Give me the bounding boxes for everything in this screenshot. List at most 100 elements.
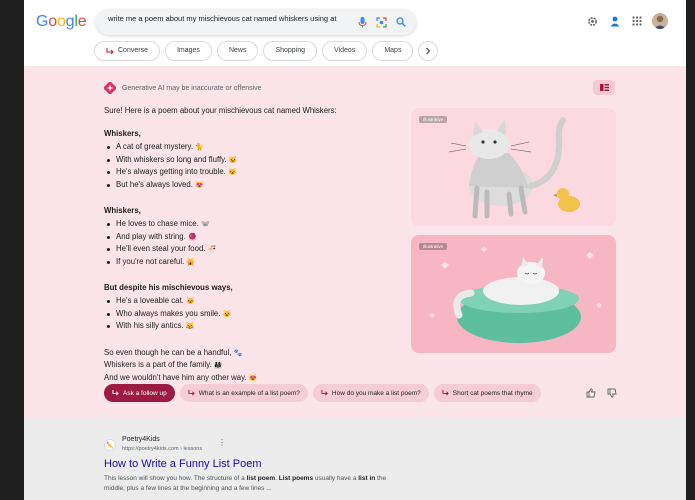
poem-line: And play with string. 🧶 xyxy=(104,232,404,245)
chip-label: How do you make a list poem? xyxy=(331,389,421,397)
poem-line: He'll even steal your food. 🍜 xyxy=(104,244,404,257)
tab-label: Converse xyxy=(118,47,148,54)
followup-chips: Ask a follow up What is an example of a l… xyxy=(104,384,541,402)
line-text: He loves to chase mice. xyxy=(116,219,201,228)
followup-chip[interactable]: How do you make a list poem? xyxy=(312,384,429,402)
cat-image-2[interactable]: Illustrative xyxy=(411,235,616,353)
snippet-part: This lesson will show you how. The struc… xyxy=(104,475,247,482)
arrow-icon xyxy=(442,390,449,396)
cat-image-1[interactable]: Illustrative xyxy=(411,108,616,226)
tab-maps[interactable]: Maps xyxy=(372,41,414,61)
line-text: He'll even steal your food. xyxy=(116,244,208,253)
line-emoji: 🧶 xyxy=(187,233,197,241)
avatar[interactable] xyxy=(652,13,668,29)
logo-letter: o xyxy=(48,13,57,30)
line-emoji: 😻 xyxy=(195,181,204,189)
cat-illustration xyxy=(448,117,580,219)
logo-letter: G xyxy=(36,13,49,30)
logo-letter: o xyxy=(56,13,66,30)
line-text: Whiskers is a part of the family. xyxy=(104,360,214,369)
poem-text: Sure! Here is a poem about your mischiev… xyxy=(104,106,404,385)
tab-news[interactable]: News xyxy=(216,41,259,61)
search-result-area: ✏️ Poetry4Kids https://poetry4kids.com ›… xyxy=(24,418,686,500)
tabs-next-button[interactable] xyxy=(418,41,439,61)
snippet-part: usually have a xyxy=(313,475,359,482)
tab-label: Videos xyxy=(334,47,356,54)
gear-icon[interactable] xyxy=(585,14,599,28)
line-emoji: 👨‍👩‍👧 xyxy=(213,362,223,369)
line-emoji: 🙀 xyxy=(186,258,196,266)
tab-shopping[interactable]: Shopping xyxy=(263,41,318,61)
thumbs-down-icon[interactable] xyxy=(605,386,619,400)
search-input[interactable] xyxy=(108,14,338,23)
poem-line: So even though he can be a handful, 🐾 xyxy=(104,348,404,361)
line-text: If you're not careful. xyxy=(116,256,187,266)
poem-line: He loves to chase mice. 🐭 xyxy=(104,219,404,232)
poem-line: Whiskers is a part of the family. 👨‍👩‍👧 xyxy=(104,360,404,373)
tab-images[interactable]: Images xyxy=(164,41,212,61)
poem-line: Who always makes you smile. 😺 xyxy=(104,309,404,322)
poem-line: A cat of great mystery. 🐈 xyxy=(104,142,404,155)
labs-icon[interactable] xyxy=(608,14,622,28)
poem-line: With his silly antics. 😹 xyxy=(104,321,404,334)
poem-line: With whiskers so long and fluffy. 🐱 xyxy=(104,155,404,168)
image-tag: Illustrative xyxy=(419,116,448,123)
result-site-name[interactable]: Poetry4Kids xyxy=(122,436,160,443)
stanza-lines: He loves to chase mice. 🐭 And play with s… xyxy=(104,219,404,269)
tab-videos[interactable]: Videos xyxy=(322,41,368,61)
poem-line: He's always getting into trouble. 🐱 xyxy=(104,167,404,180)
tab-label: Shopping xyxy=(275,47,306,54)
poem-line: He's a loveable cat. 🐱 xyxy=(104,296,404,309)
layout-icon xyxy=(599,84,609,91)
line-text: With his silly antics. xyxy=(116,321,186,330)
tab-label: Images xyxy=(176,47,200,54)
line-emoji: 😺 xyxy=(222,310,232,318)
ai-disclaimer: Generative AI may be inaccurate or offen… xyxy=(104,82,262,94)
search-box[interactable] xyxy=(96,9,416,35)
chip-label: Ask a follow up xyxy=(123,389,167,397)
arrow-icon xyxy=(112,390,119,396)
line-text: So even though he can be a handful, xyxy=(104,347,234,357)
result-title[interactable]: How to Write a Funny List Poem xyxy=(104,458,262,470)
ai-overview-panel: Generative AI may be inaccurate or offen… xyxy=(24,66,686,418)
tab-converse[interactable]: Converse xyxy=(94,41,160,61)
arrow-icon xyxy=(106,47,114,54)
line-emoji: 😹 xyxy=(185,323,195,330)
line-text: Who always makes you smile. xyxy=(116,308,223,318)
disclaimer-text: Generative AI may be inaccurate or offen… xyxy=(122,84,262,92)
line-text: With whiskers so long and fluffy. xyxy=(116,154,229,164)
layout-toggle-button[interactable] xyxy=(593,80,615,95)
followup-chip[interactable]: Short cat poems that rhyme xyxy=(433,384,541,402)
ask-followup-button[interactable]: Ask a follow up xyxy=(104,384,175,402)
arrow-icon xyxy=(321,390,328,396)
poem-closing: So even though he can be a handful, 🐾 Whi… xyxy=(104,348,404,386)
line-emoji: 🍜 xyxy=(207,246,217,253)
apps-grid-icon[interactable] xyxy=(630,14,644,28)
snippet-part: list poem xyxy=(246,475,276,482)
browser-page: Google Convers xyxy=(24,0,686,500)
lens-icon[interactable] xyxy=(374,15,388,29)
sparkle-icon xyxy=(104,82,116,94)
arrow-icon xyxy=(188,390,195,396)
google-logo[interactable]: Google xyxy=(36,13,87,31)
stanza-title: Whiskers, xyxy=(104,206,141,215)
line-emoji: 🐱 xyxy=(185,298,195,305)
search-header: Google Convers xyxy=(24,0,686,66)
line-emoji: 🐾 xyxy=(233,349,243,357)
line-text: A cat of great mystery. xyxy=(116,142,196,151)
mic-icon[interactable] xyxy=(355,15,369,29)
snippet-part: list in xyxy=(358,475,376,482)
line-text: But he's always loved. xyxy=(116,179,196,189)
chevron-right-icon xyxy=(426,47,431,55)
poem-line: If you're not careful. 🙀 xyxy=(104,257,404,270)
followup-chip[interactable]: What is an example of a list poem? xyxy=(179,384,308,402)
result-url[interactable]: https://poetry4kids.com › lessons xyxy=(122,446,202,452)
stanza-title: Whiskers, xyxy=(104,129,141,138)
poem-line: But he's always loved. 😻 xyxy=(104,180,404,193)
thumbs-up-icon[interactable] xyxy=(584,386,598,400)
tab-label: Maps xyxy=(384,47,402,54)
poem-intro: Sure! Here is a poem about your mischiev… xyxy=(104,106,337,115)
search-icon[interactable] xyxy=(394,15,408,29)
chip-label: What is an example of a list poem? xyxy=(198,389,300,397)
more-options-icon[interactable]: ⋮ xyxy=(218,438,226,447)
